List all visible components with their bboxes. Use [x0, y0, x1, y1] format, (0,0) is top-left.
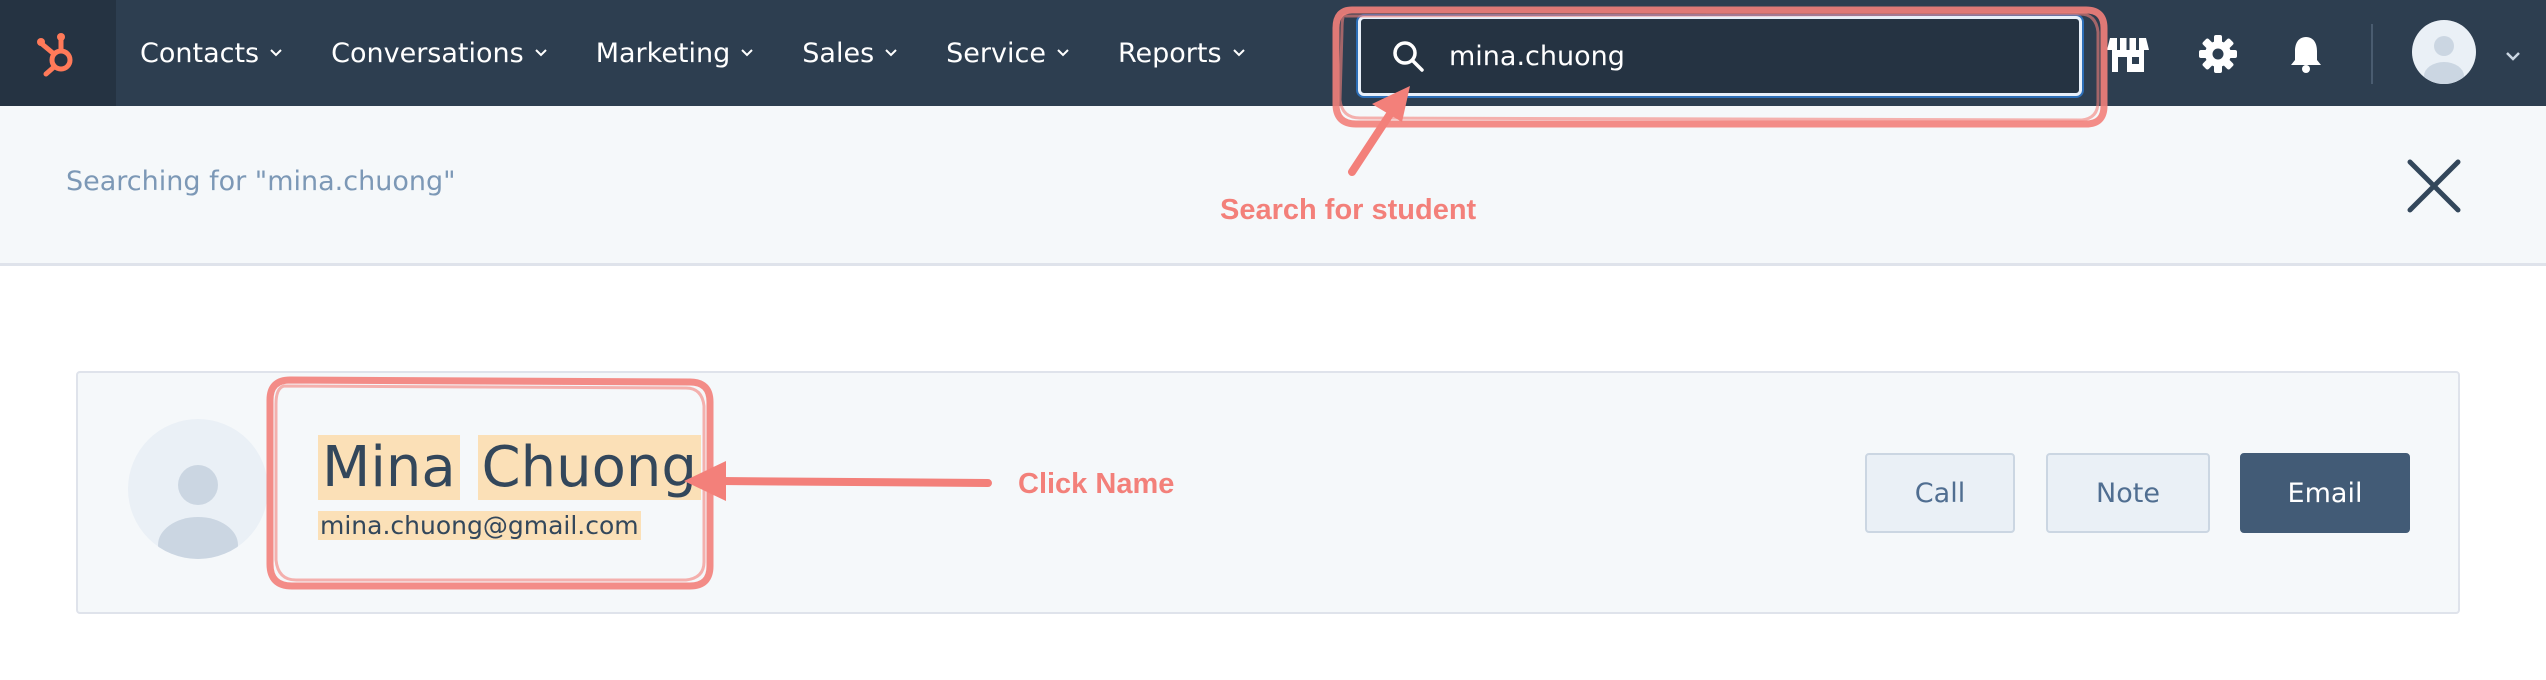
gear-icon[interactable]: [2196, 32, 2240, 76]
nav-item-reports[interactable]: Reports: [1094, 0, 1270, 106]
contact-first-name: Mina: [318, 435, 460, 500]
chevron-down-icon: [740, 48, 754, 58]
note-button[interactable]: Note: [2046, 453, 2210, 533]
nav-item-marketing[interactable]: Marketing: [572, 0, 779, 106]
avatar: [128, 419, 268, 559]
chevron-down-icon: [1056, 48, 1070, 58]
global-search[interactable]: [1358, 16, 2082, 96]
chevron-down-icon: [534, 48, 548, 58]
marketplace-icon[interactable]: [2104, 32, 2152, 76]
nav-item-label: Conversations: [331, 37, 524, 69]
nav-item-label: Marketing: [595, 37, 731, 69]
search-input[interactable]: [1449, 40, 2009, 72]
nav-divider: [2371, 24, 2373, 84]
nav-item-service[interactable]: Service: [922, 0, 1094, 106]
nav-item-label: Sales: [802, 37, 875, 69]
annotation-click-label: Click Name: [1018, 468, 1175, 500]
chevron-down-icon[interactable]: [2505, 48, 2521, 67]
chevron-down-icon: [884, 48, 898, 58]
search-status-text: Searching for "mina.chuong": [66, 166, 456, 197]
search-result-card: Mina Chuong mina.chuong@gmail.com Call N…: [76, 371, 2460, 614]
contact-name-link[interactable]: Mina Chuong: [318, 435, 701, 500]
nav-menu: Contacts Conversations Marketing Sales S…: [116, 0, 1270, 106]
email-button[interactable]: Email: [2240, 453, 2410, 533]
close-icon[interactable]: [2406, 158, 2462, 214]
chevron-down-icon: [1232, 48, 1246, 58]
nav-item-label: Contacts: [140, 37, 260, 69]
nav-item-contacts[interactable]: Contacts: [116, 0, 307, 106]
search-icon: [1391, 39, 1425, 73]
avatar[interactable]: [2412, 20, 2476, 84]
hubspot-logo-icon[interactable]: [0, 0, 116, 106]
contact-email: mina.chuong@gmail.com: [318, 511, 641, 540]
nav-item-conversations[interactable]: Conversations: [307, 0, 572, 106]
page: Contacts Conversations Marketing Sales S…: [0, 0, 2546, 680]
search-banner: Searching for "mina.chuong": [0, 106, 2546, 266]
nav-item-sales[interactable]: Sales: [778, 0, 922, 106]
top-nav: Contacts Conversations Marketing Sales S…: [0, 0, 2546, 106]
chevron-down-icon: [269, 48, 283, 58]
bell-icon[interactable]: [2286, 32, 2326, 76]
annotation-search-label: Search for student: [1220, 194, 1477, 226]
nav-item-label: Service: [946, 37, 1046, 69]
nav-item-label: Reports: [1117, 37, 1222, 69]
contact-last-name: Chuong: [477, 435, 701, 500]
call-button[interactable]: Call: [1865, 453, 2015, 533]
